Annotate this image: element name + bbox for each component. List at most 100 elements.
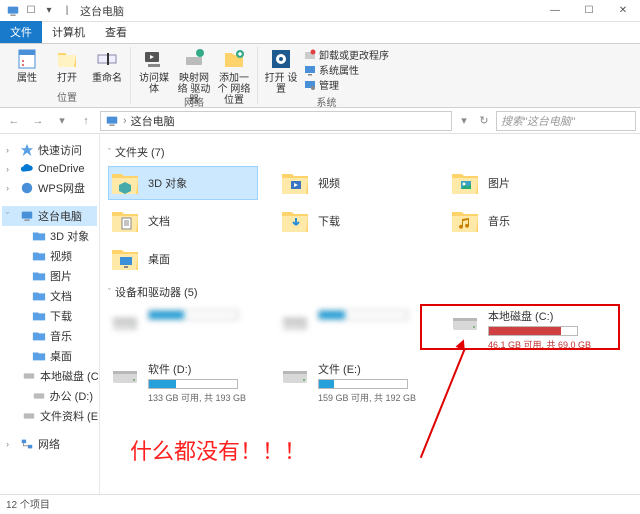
annotation-text: 什么都没有！！！ xyxy=(130,434,306,466)
drive-grid: 本地磁盘 (C:)46.1 GB 可用, 共 69.0 GB 软件 (D:) 133… xyxy=(108,306,632,406)
open-settings-button[interactable]: 打开 设置 xyxy=(264,47,298,95)
manage-label: 管理 xyxy=(319,77,339,92)
tab-file[interactable]: 文件 xyxy=(0,21,42,43)
sidebar-item-2[interactable]: › WPS网盘 xyxy=(2,178,97,198)
folder-label: 3D 对象 xyxy=(148,175,187,191)
sidebar-item-label: 音乐 xyxy=(50,328,72,344)
drive-item[interactable]: 本地磁盘 (C:)46.1 GB 可用, 共 69.0 GB xyxy=(448,306,598,353)
sysprops-button[interactable]: 系统属性 xyxy=(304,62,359,77)
minimize-button[interactable]: — xyxy=(538,0,572,22)
expand-icon[interactable]: › xyxy=(6,145,16,155)
add-network-label: 添加一个 网络位置 xyxy=(217,73,251,106)
sidebar-item-label: 文件资料 (E:) xyxy=(40,408,100,424)
drive-name: 软件 (D:) xyxy=(148,361,246,377)
sidebar-item-0[interactable]: ›快速访问 xyxy=(2,140,97,160)
sidebar-item-9[interactable]: 音乐 xyxy=(2,326,97,346)
forward-button[interactable]: → xyxy=(28,111,48,131)
pc-icon[interactable] xyxy=(6,4,20,18)
ribbon-cap-network: 网络 xyxy=(184,94,204,109)
drive-bar xyxy=(488,326,578,336)
system-small-buttons: 卸载或更改程序 系统属性 管理 xyxy=(304,47,389,92)
drives-header[interactable]: ˇ 设备和驱动器 (5) xyxy=(108,284,632,300)
uninstall-button[interactable]: 卸载或更改程序 xyxy=(304,47,389,62)
folders-header[interactable]: ˇ 文件夹 (7) xyxy=(108,144,632,160)
sidebar-item-14[interactable]: ›网络 xyxy=(2,434,97,454)
sidebar-item-label: 这台电脑 xyxy=(38,208,82,224)
drive-name: 本地磁盘 (C:) xyxy=(488,308,591,324)
drive-item[interactable]: 文件 (E:) 159 GB 可用, 共 192 GB xyxy=(278,359,428,406)
separator-icon: | xyxy=(60,4,74,18)
folder-label: 音乐 xyxy=(488,213,510,229)
sidebar-item-11[interactable]: 本地磁盘 (C:) xyxy=(2,366,97,386)
manage-button[interactable]: 管理 xyxy=(304,77,339,92)
drive-item[interactable]: 软件 (D:) 133 GB 可用, 共 193 GB xyxy=(108,359,258,406)
sidebar-item-3[interactable]: ˇ 这台电脑 xyxy=(2,206,97,226)
sidebar-item-label: 本地磁盘 (C:) xyxy=(40,368,100,384)
addr-dropdown-button[interactable]: ▾ xyxy=(456,111,472,131)
expand-icon[interactable]: › xyxy=(6,183,16,193)
access-media-button[interactable]: 访问媒体 xyxy=(137,47,171,95)
folder-item[interactable]: 桌面 xyxy=(108,242,258,276)
folder-item[interactable]: 视频 xyxy=(278,166,428,200)
dropdown-icon[interactable]: ▾ xyxy=(42,4,56,18)
ribbon: 属性 打开 重命名 位置 访问媒体 映射网络 驱动器 xyxy=(0,44,640,108)
chevron-down-icon: ˇ xyxy=(108,147,111,157)
sidebar-item-label: 图片 xyxy=(50,268,72,284)
tab-computer[interactable]: 计算机 xyxy=(42,21,95,43)
sidebar-item-7[interactable]: 文档 xyxy=(2,286,97,306)
address-bar[interactable]: › 这台电脑 xyxy=(100,111,452,131)
sidebar-item-8[interactable]: 下载 xyxy=(2,306,97,326)
pc-icon xyxy=(105,114,119,128)
drive-name: 文件 (E:) xyxy=(318,361,416,377)
sidebar-item-1[interactable]: ›OneDrive xyxy=(2,160,97,178)
checkbox-icon[interactable]: ☐ xyxy=(24,4,38,18)
drive-stat: 133 GB 可用, 共 193 GB xyxy=(148,391,246,404)
expand-icon[interactable]: › xyxy=(6,164,16,174)
drive-bar xyxy=(318,379,408,389)
folder-item[interactable]: 文档 xyxy=(108,204,258,238)
expand-icon[interactable]: ˇ xyxy=(6,211,16,221)
sidebar-item-4[interactable]: 3D 对象 xyxy=(2,226,97,246)
folder-item[interactable]: 音乐 xyxy=(448,204,598,238)
drive-bar xyxy=(148,379,238,389)
add-network-button[interactable]: 添加一个 网络位置 xyxy=(217,47,251,106)
folder-item[interactable]: 3D 对象 xyxy=(108,166,258,200)
properties-label: 属性 xyxy=(17,73,37,84)
chevron-down-icon: ˇ xyxy=(108,287,111,297)
quick-access-icons: ☐ ▾ | xyxy=(0,4,74,18)
refresh-button[interactable]: ↻ xyxy=(476,111,492,131)
sidebar-item-6[interactable]: 图片 xyxy=(2,266,97,286)
sidebar-item-13[interactable]: 文件资料 (E:) xyxy=(2,406,97,426)
nav-bar: ← → ▾ ↑ › 这台电脑 ▾ ↻ 搜索"这台电脑" xyxy=(0,108,640,134)
expand-icon[interactable]: › xyxy=(6,439,16,449)
sidebar-item-12[interactable]: 办公 (D:) xyxy=(2,386,97,406)
drive-stat: 159 GB 可用, 共 192 GB xyxy=(318,391,416,404)
back-button[interactable]: ← xyxy=(4,111,24,131)
titlebar: ☐ ▾ | 这台电脑 — ☐ ✕ xyxy=(0,0,640,22)
history-button[interactable]: ▾ xyxy=(52,111,72,131)
rename-button[interactable]: 重命名 xyxy=(90,47,124,84)
drive-item[interactable] xyxy=(278,306,428,353)
folder-item[interactable]: 下载 xyxy=(278,204,428,238)
folder-label: 视频 xyxy=(318,175,340,191)
open-button[interactable]: 打开 xyxy=(50,47,84,84)
properties-button[interactable]: 属性 xyxy=(10,47,44,84)
sidebar-item-label: WPS网盘 xyxy=(38,180,85,196)
drive-bar xyxy=(318,310,408,320)
folder-label: 桌面 xyxy=(148,251,170,267)
tab-view[interactable]: 查看 xyxy=(95,21,137,43)
open-label: 打开 xyxy=(57,73,77,84)
ribbon-group-location: 属性 打开 重命名 位置 xyxy=(4,47,131,104)
maximize-button[interactable]: ☐ xyxy=(572,0,606,22)
ribbon-group-system: 打开 设置 卸载或更改程序 系统属性 管理 系统 xyxy=(258,47,395,104)
search-input[interactable]: 搜索"这台电脑" xyxy=(496,111,636,131)
drives-header-label: 设备和驱动器 (5) xyxy=(115,284,198,300)
sidebar-item-5[interactable]: 视频 xyxy=(2,246,97,266)
close-button[interactable]: ✕ xyxy=(606,0,640,22)
breadcrumb[interactable]: 这台电脑 xyxy=(131,113,175,129)
drive-item[interactable] xyxy=(108,306,258,353)
folder-item[interactable]: 图片 xyxy=(448,166,598,200)
up-button[interactable]: ↑ xyxy=(76,111,96,131)
status-bar: 12 个项目 xyxy=(0,494,640,512)
sidebar-item-10[interactable]: 桌面 xyxy=(2,346,97,366)
